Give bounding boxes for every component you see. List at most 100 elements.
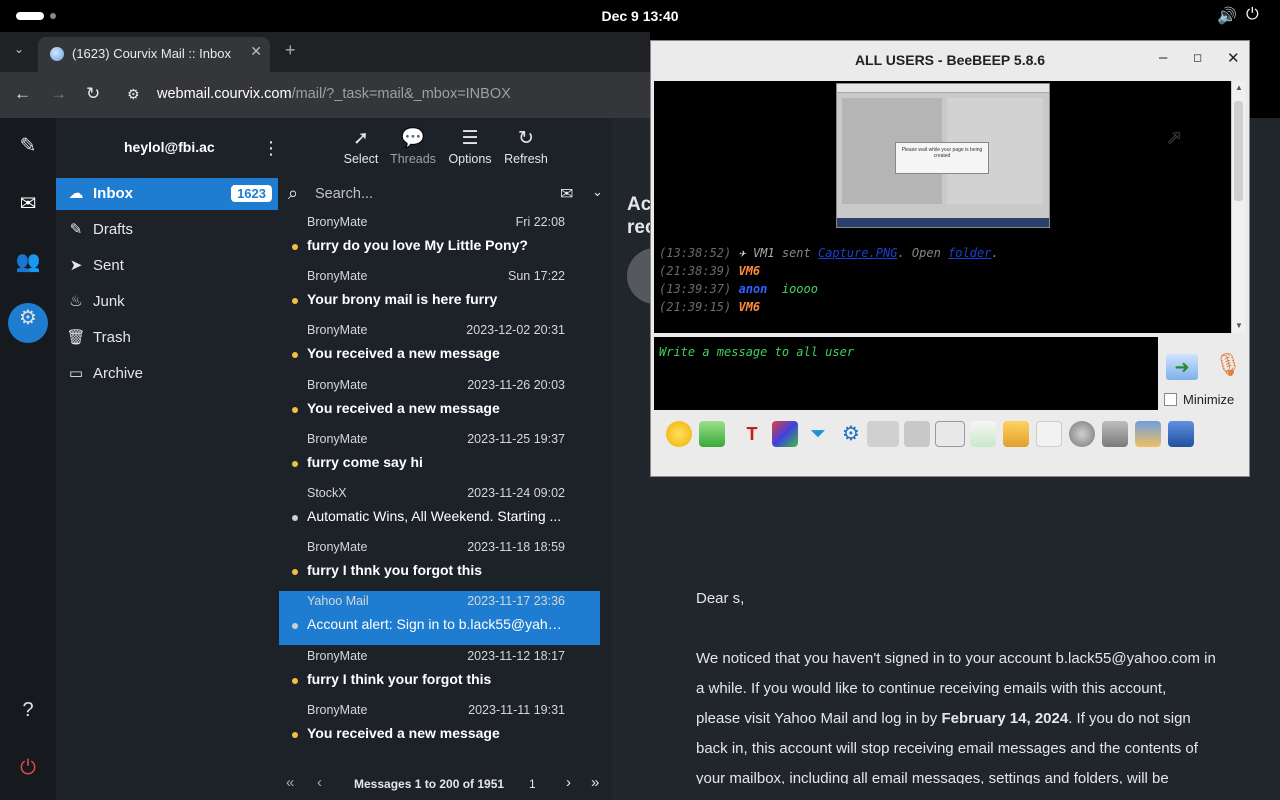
color-icon[interactable]	[772, 421, 798, 447]
mouse-cursor-icon: ➚	[1166, 127, 1183, 149]
message-row[interactable]: BronyMate 2023-11-12 18:17 furry I think y…	[279, 646, 600, 700]
nudge-icon[interactable]	[699, 421, 725, 447]
screenshot-icon[interactable]	[1069, 421, 1095, 447]
tab-list-chevron-icon[interactable]: ⌄	[14, 42, 24, 56]
message-row[interactable]: Yahoo Mail 2023-11-17 23:36 Account alert:…	[279, 591, 600, 646]
message-row[interactable]: BronyMate 2023-11-26 20:03 You received a …	[279, 375, 600, 429]
message-row[interactable]: BronyMate Fri 22:08 furry do you love My L…	[279, 212, 600, 266]
threads-icon: 💬	[401, 128, 425, 149]
file-link[interactable]: Capture.PNG	[818, 246, 897, 260]
settings-gear-icon[interactable]: ⚙	[838, 421, 864, 447]
search-box[interactable]: ⌕ Search... ✉ ⌄	[288, 181, 606, 209]
contacts-icon[interactable]: 👥	[14, 248, 42, 276]
minimize-window-icon[interactable]: –	[1159, 49, 1167, 66]
chat-scrollbar[interactable]: ▲ ▼	[1231, 81, 1245, 333]
folder-junk[interactable]: ♨ Junk	[56, 286, 278, 318]
message-row[interactable]: BronyMate 2023-11-25 19:37 furry come say …	[279, 429, 600, 483]
next-page-icon[interactable]: ›	[566, 774, 571, 791]
back-icon[interactable]: ←	[14, 84, 31, 104]
search-input[interactable]: Search...	[315, 186, 373, 202]
pagination: « ‹ Messages 1 to 200 of 1951 1 › »	[279, 768, 612, 800]
mail-body-line-3: please visit Yahoo Mail and log in by Fe…	[696, 710, 1191, 727]
send-message-icon[interactable]: ➜	[1166, 354, 1198, 380]
scroll-up-icon[interactable]: ▲	[1235, 83, 1243, 92]
page-number-input[interactable]: 1	[529, 777, 536, 791]
mail-icon[interactable]: ✉	[14, 190, 42, 218]
folder-inbox[interactable]: ☁ Inbox 1623	[56, 178, 278, 210]
pencil-icon: ✎	[69, 221, 83, 238]
folder-trash[interactable]: 🗑 Trash	[56, 322, 278, 354]
message-row[interactable]: StockX 2023-11-24 09:02 Automatic Wins, Al…	[279, 483, 600, 537]
fire-icon: ♨	[69, 293, 83, 310]
maximize-window-icon[interactable]: ◻	[1193, 51, 1202, 64]
message-sender: Yahoo Mail	[307, 594, 369, 609]
url-field[interactable]: webmail.courvix.com/mail/?_task=mail&_mb…	[157, 86, 511, 102]
address-bar: ← → ↻ ⚙ webmail.courvix.com/mail/?_task=…	[0, 72, 650, 118]
folder-sent[interactable]: ➤ Sent	[56, 250, 278, 282]
font-icon[interactable]: T	[739, 421, 765, 447]
folder-drafts[interactable]: ✎ Drafts	[56, 214, 278, 246]
close-window-icon[interactable]: ✕	[1227, 49, 1240, 67]
note-icon[interactable]	[935, 421, 965, 447]
scroll-down-icon[interactable]: ▼	[1235, 321, 1243, 330]
folder-link[interactable]: folder	[948, 246, 991, 260]
shared-screenshot-thumbnail[interactable]: Please wait while your page is being cre…	[836, 83, 1050, 228]
message-date: 2023-11-11 19:31	[468, 702, 565, 717]
message-subject: Account alert: Sign in to b.lack55@yaho.…	[307, 616, 567, 633]
refresh-button[interactable]: ↻ Refresh	[496, 126, 556, 166]
help-icon[interactable]: ?	[14, 696, 42, 724]
minimize-label: Minimize	[1183, 392, 1235, 407]
browser-tab[interactable]: (1623) Courvix Mail :: Inbox ✕	[38, 37, 270, 72]
mail-body-line-1: We noticed that you haven't signed in to…	[696, 650, 1216, 667]
scroll-thumb[interactable]	[1234, 101, 1243, 201]
window-titlebar[interactable]: ALL USERS - BeeBEEP 5.8.6 – ◻ ✕	[651, 41, 1249, 79]
folder-archive[interactable]: ▭ Archive	[56, 358, 278, 390]
message-row[interactable]: BronyMate 2023-11-11 19:31 You received a …	[279, 700, 600, 754]
clock[interactable]: Dec 9 13:40	[0, 8, 1280, 24]
mail-body-line-4: back in, this account will stop receivin…	[696, 740, 1198, 757]
spellcheck-icon[interactable]	[867, 421, 899, 447]
terminal-icon[interactable]	[1102, 421, 1128, 447]
logout-icon[interactable]: ⏻	[14, 754, 42, 782]
message-row[interactable]: BronyMate 2023-11-18 18:59 furry I thnk yo…	[279, 537, 600, 591]
inbox-icon: ☁	[68, 185, 84, 202]
mail-body-line-5: your mailbox, including all email messag…	[696, 770, 1169, 784]
send-file-icon[interactable]	[970, 421, 996, 447]
compose-icon[interactable]: ✎	[14, 132, 42, 160]
options-button[interactable]: ☰ Options	[440, 126, 500, 166]
settings-icon[interactable]: ⚙	[14, 304, 42, 332]
send-folder-icon[interactable]	[1003, 421, 1029, 447]
system-top-bar: Dec 9 13:40 🔊 ⏻	[0, 0, 1280, 32]
message-row[interactable]: BronyMate 2023-12-02 20:31 You received a …	[279, 320, 600, 374]
power-icon[interactable]: ⏻	[1246, 6, 1259, 24]
filter-icon[interactable]: ⏷	[805, 421, 831, 447]
new-tab-icon[interactable]: +	[285, 40, 296, 61]
prev-page-icon[interactable]: ‹	[317, 774, 322, 791]
message-row[interactable]: BronyMate Sun 17:22 Your brony mail is her…	[279, 266, 600, 320]
dictionary-icon[interactable]	[904, 421, 930, 447]
message-subject: Automatic Wins, All Weekend. Starting ..…	[307, 508, 562, 524]
emoticon-icon[interactable]	[666, 421, 692, 447]
filter-dropdown-icon[interactable]: ⌄	[592, 184, 603, 200]
select-button[interactable]: ➚ Select	[331, 126, 391, 166]
last-page-icon[interactable]: »	[591, 774, 599, 791]
edit-icon[interactable]	[1135, 421, 1161, 447]
threads-button[interactable]: 💬 Threads	[383, 126, 443, 166]
envelope-filter-icon[interactable]: ✉	[560, 184, 573, 204]
reload-icon[interactable]: ↻	[86, 84, 100, 104]
file-transfer-icon: ✈	[738, 246, 753, 260]
message-subject: Your brony mail is here furry	[307, 291, 498, 308]
close-tab-icon[interactable]: ✕	[250, 43, 262, 60]
microphone-icon[interactable]: 🎙	[1214, 352, 1242, 382]
save-icon[interactable]	[1168, 421, 1194, 447]
message-date: Sun 17:22	[508, 269, 565, 284]
message-input[interactable]: Write a message to all user	[654, 337, 1158, 410]
site-info-icon[interactable]: ⚙	[127, 86, 140, 103]
forward-icon[interactable]: →	[50, 84, 67, 104]
thumbnail-taskbar	[837, 218, 1049, 227]
volume-icon[interactable]: 🔊	[1217, 6, 1237, 26]
minimize-checkbox[interactable]	[1164, 393, 1177, 406]
first-page-icon[interactable]: «	[286, 774, 294, 791]
mail-greeting: Dear s,	[696, 590, 745, 607]
html-icon[interactable]	[1036, 421, 1062, 447]
